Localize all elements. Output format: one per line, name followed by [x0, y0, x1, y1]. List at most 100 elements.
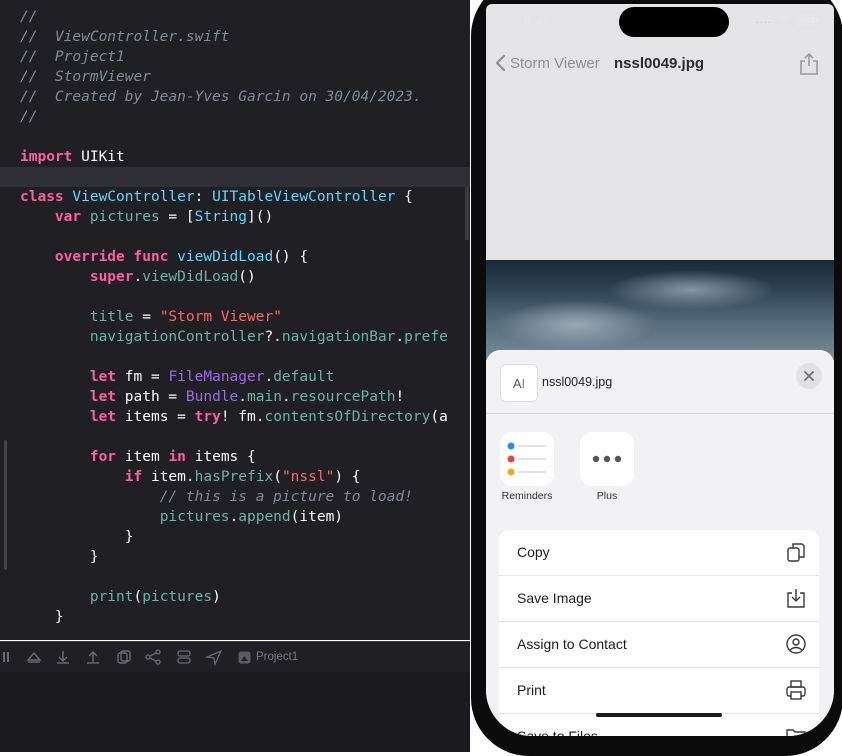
code-line[interactable]: pictures.append(item) — [0, 507, 470, 527]
simulator-device: 9:49 .... Storm Viewer nssl0049.jpg AI n… — [471, 0, 842, 756]
code-line[interactable]: class ViewController: UITableViewControl… — [0, 187, 470, 207]
save-image-icon — [787, 589, 805, 608]
code-line[interactable]: // ViewController.swift — [0, 27, 470, 47]
dynamic-island — [619, 7, 729, 37]
code-token: prefe — [404, 329, 448, 345]
action-save-image[interactable]: Save Image — [499, 576, 819, 622]
contact-icon — [786, 634, 806, 654]
code-token: try — [194, 409, 221, 425]
code-line[interactable] — [0, 167, 470, 187]
code-line[interactable]: let fm = FileManager.default — [0, 367, 470, 387]
code-line[interactable]: for item in items { — [0, 447, 470, 467]
share-sheet-header: AI nssl0049.jpg — [486, 350, 834, 414]
action-label: Print — [517, 682, 546, 698]
code-line[interactable] — [0, 347, 470, 367]
code-line[interactable]: print(pictures) — [0, 587, 470, 607]
step-into-icon[interactable] — [54, 648, 72, 666]
app-reminders[interactable] — [500, 432, 554, 486]
code-line[interactable] — [0, 127, 470, 147]
code-line[interactable] — [0, 567, 470, 587]
action-copy[interactable]: Copy — [499, 530, 819, 576]
app-label: Plus — [596, 490, 618, 502]
code-line[interactable]: // this is a picture to load! — [0, 487, 470, 507]
code-token: viewDidLoad — [177, 249, 274, 265]
code-token: main — [247, 389, 282, 405]
sidebar-toggle-icon[interactable] — [2, 648, 20, 666]
home-indicator[interactable] — [596, 713, 722, 717]
code-line[interactable]: import UIKit — [0, 147, 470, 167]
code-line[interactable]: // StormViewer — [0, 67, 470, 87]
action-label: Save to Files — [517, 728, 598, 736]
code-line[interactable]: } — [0, 527, 470, 547]
app-more[interactable] — [580, 432, 634, 486]
environment-overrides-icon[interactable] — [175, 648, 193, 666]
code-line[interactable]: if item.hasPrefix("nssl") { — [0, 467, 470, 487]
code-line[interactable] — [0, 227, 470, 247]
code-line[interactable]: let items = try! fm.contentsOfDirectory(… — [0, 407, 470, 427]
file-thumb-glyph: A — [512, 375, 522, 391]
close-button[interactable] — [796, 363, 822, 389]
simulate-location-icon[interactable] — [205, 648, 223, 666]
code-line[interactable]: // — [0, 7, 470, 27]
back-button[interactable]: Storm Viewer — [494, 54, 600, 72]
wifi-icon — [777, 15, 791, 25]
code-token: . — [281, 389, 291, 405]
code-line[interactable] — [0, 427, 470, 447]
code-token: // ViewController.swift — [20, 29, 230, 45]
code-token: Bundle — [185, 389, 239, 405]
code-token: print — [89, 589, 134, 605]
code-line[interactable]: // Project1 — [0, 47, 470, 67]
code-token: ]() — [247, 209, 274, 225]
code-line[interactable]: title = "Storm Viewer" — [0, 307, 470, 327]
code-line[interactable]: } — [0, 607, 470, 627]
share-icon[interactable] — [798, 52, 820, 76]
status-icons: .... — [756, 14, 820, 26]
code-token: func — [133, 249, 169, 265]
action-save-files[interactable]: Save to Files — [499, 714, 819, 736]
code-token: () — [238, 269, 256, 285]
debug-target[interactable]: Project1 — [238, 649, 298, 665]
code-token: ) { — [334, 469, 361, 485]
code-editor[interactable]: // // ViewController.swift // Project1 // S… — [0, 0, 470, 640]
file-name: nssl0049.jpg — [542, 375, 613, 389]
code-token: default — [273, 369, 335, 385]
code-token: super — [89, 269, 134, 285]
simulator-screen[interactable]: 9:49 .... Storm Viewer nssl0049.jpg AI n… — [486, 4, 834, 736]
breakpoints-icon[interactable] — [25, 648, 43, 666]
code-token: class — [20, 189, 64, 205]
folder-icon — [786, 729, 806, 736]
code-line[interactable]: // — [0, 107, 470, 127]
code-line[interactable]: navigationController?.navigationBar.pref… — [0, 327, 470, 347]
code-token: items { — [185, 449, 256, 465]
code-line[interactable]: } — [0, 547, 470, 567]
code-line[interactable]: // Created by Jean-Yves Garcin on 30/04/… — [0, 87, 470, 107]
action-print[interactable]: Print — [499, 668, 819, 714]
memory-graph-icon[interactable] — [144, 648, 162, 666]
code-line[interactable]: var pictures = [String]() — [0, 207, 470, 227]
code-token: hasPrefix — [194, 469, 274, 485]
code-token: import — [20, 149, 73, 165]
view-hierarchy-icon[interactable] — [115, 648, 133, 666]
printer-icon — [786, 680, 806, 700]
more-icon — [592, 455, 622, 463]
step-out-icon[interactable] — [84, 648, 102, 666]
code-token: var — [54, 209, 82, 225]
code-token: // StormViewer — [20, 69, 151, 85]
storm-photo — [486, 260, 834, 360]
code-line[interactable]: super.viewDidLoad() — [0, 267, 470, 287]
code-line[interactable] — [0, 287, 470, 307]
nav-title: nssl0049.jpg — [614, 55, 705, 72]
chevron-left-icon — [495, 54, 506, 72]
action-assign-contact[interactable]: Assign to Contact — [499, 622, 819, 668]
code-line[interactable]: override func viewDidLoad() { — [0, 247, 470, 267]
code-line[interactable]: let path = Bundle.main.resourcePath! — [0, 387, 470, 407]
